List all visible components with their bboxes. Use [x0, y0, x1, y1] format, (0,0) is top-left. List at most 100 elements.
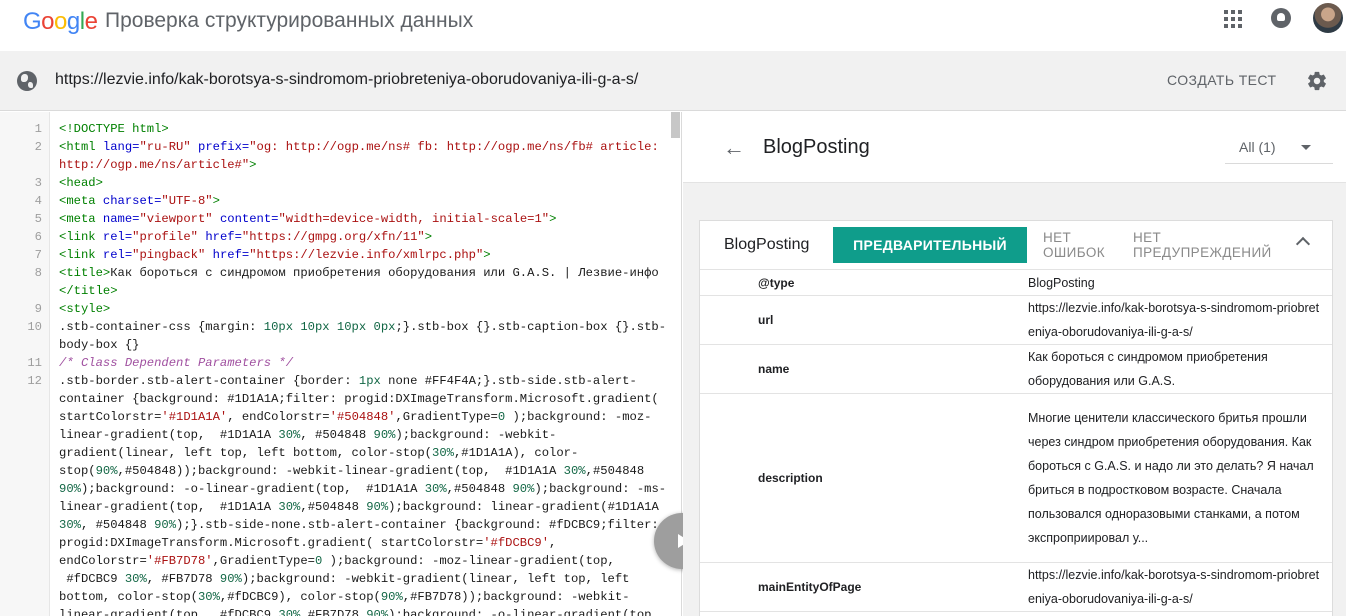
url-bar: https://lezvie.info/kak-borotsya-s-sindr… [0, 51, 1346, 111]
logo-letter: o [41, 8, 55, 35]
code-line: linear-gradient(top, #1D1A1A 30%,#504848… [0, 498, 670, 516]
code-line: 10 .stb-container-css {margin: 10px 10px … [0, 318, 670, 336]
property-value: BlogPosting [1028, 276, 1095, 290]
code-line: bottom, color-stop(30%,#fDCBC9), color-s… [0, 588, 670, 606]
code-line: 90%);background: -o-linear-gradient(top,… [0, 480, 670, 498]
line-number: 1 [34, 122, 42, 136]
code-line: gradient(linear, left top, left bottom, … [0, 444, 670, 462]
avatar[interactable] [1313, 3, 1343, 33]
results-title: BlogPosting [763, 136, 870, 158]
item-filter-dropdown[interactable]: All (1) [1225, 132, 1333, 164]
code-line: 4 <meta charset="UTF-8"> [0, 192, 670, 210]
results-pane: ← BlogPosting All (1) BlogPosting ПРЕДВА… [683, 112, 1346, 616]
code-line: http://ogp.me/ns/article#"> [0, 156, 670, 174]
logo-letter: e [84, 8, 98, 35]
code-text: linear-gradient(top, #fDCBC9 30%,#FB7D78… [59, 608, 659, 616]
code-line: 2 <html lang="ru-RU" prefix="og: http://o… [0, 138, 670, 156]
code-line: body-box {} [0, 336, 670, 354]
code-text: <meta name="viewport" content="width=dev… [59, 212, 557, 226]
tested-url[interactable]: https://lezvie.info/kak-borotsya-s-sindr… [55, 71, 638, 89]
code-text: gradient(linear, left top, left bottom, … [59, 446, 579, 460]
property-key: mainEntityOfPage [758, 580, 862, 594]
line-number [0, 552, 42, 570]
line-number: 5 [34, 212, 42, 226]
errors-status-line-2: ОШИБОК [1043, 245, 1106, 260]
warnings-status: НЕТ ПРЕДУПРЕЖДЕНИЙ [1133, 230, 1272, 260]
line-number [0, 408, 42, 426]
editor-scrollbar[interactable] [671, 112, 680, 138]
globe-icon [17, 71, 37, 91]
line-number: 3 [34, 176, 42, 190]
google-logo[interactable]: Google [23, 8, 98, 36]
code-text: <head> [59, 176, 103, 190]
line-number [0, 498, 42, 516]
warnings-status-line-1: НЕТ [1133, 230, 1162, 245]
apps-grid-icon[interactable] [1224, 10, 1242, 28]
results-header: ← BlogPosting All (1) [683, 112, 1346, 183]
bell-icon[interactable] [1271, 8, 1291, 28]
line-number [0, 480, 42, 498]
code-text: 90%);background: -o-linear-gradient(top,… [59, 482, 667, 496]
warnings-status-line-2: ПРЕДУПРЕЖДЕНИЙ [1133, 245, 1272, 260]
result-card-header[interactable]: BlogPosting ПРЕДВАРИТЕЛЬНЫЙ НЕТ ОШИБОК Н… [700, 221, 1332, 270]
line-number: 12 [27, 374, 42, 388]
property-row: name Как бороться с синдромом приобретен… [700, 345, 1332, 394]
property-row: url https://lezvie.info/kak-borotsya-s-s… [700, 296, 1332, 345]
property-row: mainEntityOfPage https://lezvie.info/kak… [700, 563, 1332, 612]
code-text: <link rel="profile" href="https://gmpg.o… [59, 230, 433, 244]
code-text: <title>Как бороться с синдромом приобрет… [59, 266, 659, 280]
code-line: 3 <head> [0, 174, 670, 192]
code-text: http://ogp.me/ns/article#"> [59, 158, 257, 172]
code-line: 8 <title>Как бороться с синдромом приобре… [0, 264, 670, 282]
code-text: <!DOCTYPE html> [59, 122, 169, 136]
code-line: progid:DXImageTransform.Microsoft.gradie… [0, 534, 670, 552]
code-text: </title> [59, 284, 118, 298]
gear-icon[interactable] [1306, 70, 1328, 92]
property-value[interactable]: https://lezvie.info/kak-borotsya-s-sindr… [1028, 563, 1332, 611]
property-key: name [758, 362, 790, 376]
code-line: 1 <!DOCTYPE html> [0, 120, 670, 138]
create-test-button[interactable]: СОЗДАТЬ ТЕСТ [1167, 72, 1276, 88]
code-line: startColorstr='#1D1A1A', endColorstr='#5… [0, 408, 670, 426]
code-text: container {background: #1D1A1A;filter: p… [59, 392, 659, 406]
chevron-up-icon[interactable] [1295, 236, 1311, 252]
code-text: body-box {} [59, 338, 140, 352]
line-number: 11 [27, 356, 42, 370]
code-line: 5 <meta name="viewport" content="width=de… [0, 210, 670, 228]
errors-status: НЕТ ОШИБОК [1043, 230, 1105, 260]
property-key: url [758, 313, 774, 327]
code-line: container {background: #1D1A1A;filter: p… [0, 390, 670, 408]
code-line: 6 <link rel="profile" href="https://gmpg.… [0, 228, 670, 246]
code-text: endColorstr='#FB7D78',GradientType=0 );b… [59, 554, 615, 568]
card-type-label: BlogPosting [724, 236, 810, 253]
line-number [0, 156, 42, 174]
property-row: @type BlogPosting [700, 271, 1332, 296]
code-text: startColorstr='#1D1A1A', endColorstr='#5… [59, 410, 652, 424]
source-code-editor[interactable]: 1 <!DOCTYPE html> 2 <html lang="ru-RU" pref… [0, 112, 682, 616]
line-number [0, 282, 42, 300]
code-text: #fDCBC9 30%, #FB7D78 90%);background: -w… [59, 572, 630, 586]
logo-letter: G [23, 8, 42, 35]
code-text: linear-gradient(top, #1D1A1A 30%, #50484… [59, 428, 557, 442]
code-line: linear-gradient(top, #fDCBC9 30%,#FB7D78… [0, 606, 670, 616]
line-number: 4 [34, 194, 42, 208]
line-number: 8 [34, 266, 42, 280]
line-number [0, 426, 42, 444]
code-text: stop(90%,#504848));background: -webkit-l… [59, 464, 645, 478]
code-line: 30%, #504848 90%);}.stb-side-none.stb-al… [0, 516, 670, 534]
line-number: 7 [34, 248, 42, 262]
code-lines[interactable]: 1 <!DOCTYPE html> 2 <html lang="ru-RU" pref… [0, 120, 670, 616]
line-number [0, 606, 42, 616]
code-text: <html lang="ru-RU" prefix="og: http://og… [59, 140, 659, 154]
back-arrow-icon[interactable]: ← [723, 137, 745, 159]
property-value: Как бороться с синдромом приобретения об… [1028, 350, 1268, 388]
property-value[interactable]: https://lezvie.info/kak-borotsya-s-sindr… [1028, 296, 1332, 344]
line-number [0, 570, 42, 588]
line-number [0, 588, 42, 606]
code-text: bottom, color-stop(30%,#fDCBC9), color-s… [59, 590, 630, 604]
code-text: progid:DXImageTransform.Microsoft.gradie… [59, 536, 557, 550]
line-number [0, 516, 42, 534]
property-row: description Многие ценители классическог… [700, 394, 1332, 563]
preview-button[interactable]: ПРЕДВАРИТЕЛЬНЫЙ [833, 227, 1027, 263]
line-number: 10 [27, 320, 42, 334]
